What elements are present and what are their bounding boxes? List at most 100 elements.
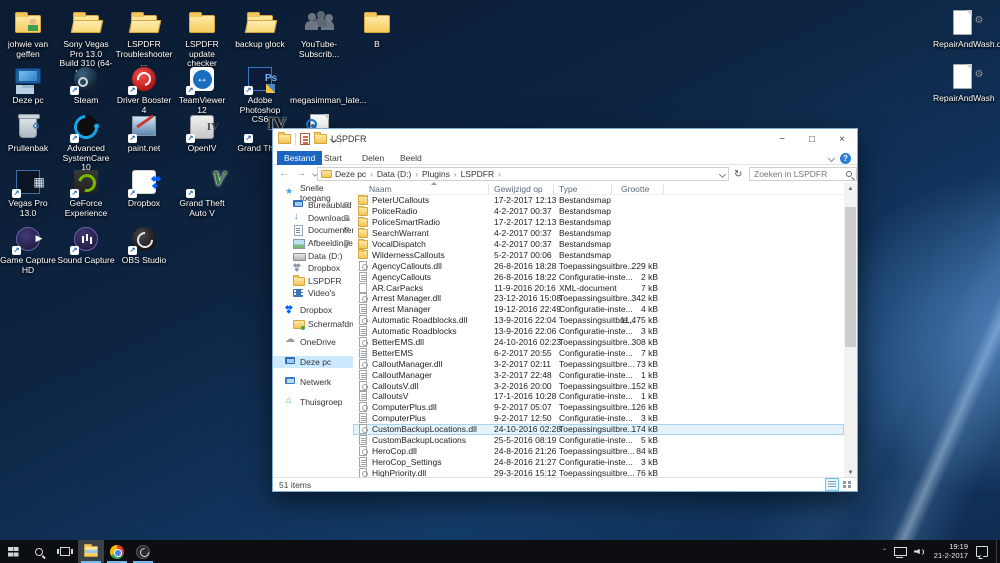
desktop-icon-youtube-subscrib[interactable]: YouTube-Subscrib... bbox=[290, 8, 348, 59]
file-row-peterucallouts[interactable]: PeterUCallouts17-2-2017 12:13Bestandsmap bbox=[353, 195, 844, 206]
sidebar-item-dropbox[interactable]: Dropbox bbox=[273, 304, 353, 316]
taskbar-chrome-button[interactable] bbox=[104, 540, 130, 563]
address-dropdown-chevron-icon[interactable] bbox=[719, 170, 726, 177]
desktop-icon-deze-pc[interactable]: Deze pc bbox=[0, 64, 57, 106]
file-row-automatic-roadblocks-dll[interactable]: Automatic Roadblocks.dll13-9-2016 22:04T… bbox=[353, 315, 844, 326]
sidebar-item-netwerk[interactable]: Netwerk bbox=[273, 376, 353, 388]
desktop-icon-b[interactable]: B bbox=[348, 8, 406, 50]
search-box[interactable]: Zoeken in LSPDFR bbox=[749, 167, 857, 181]
tab-bestand[interactable]: Bestand bbox=[277, 151, 322, 165]
desktop-icon-geforce-experience[interactable]: GeForce Experience bbox=[57, 167, 115, 218]
file-row-computerplus[interactable]: ComputerPlus9-2-2017 12:50Configuratie-i… bbox=[353, 413, 844, 424]
taskbar-file-explorer-button[interactable] bbox=[78, 540, 104, 563]
desktop-icon-vegas-pro-13-0[interactable]: Vegas Pro 13.0 bbox=[0, 167, 57, 218]
column-header-naam[interactable]: Naam bbox=[369, 184, 392, 194]
sidebar-item-deze-pc[interactable]: Deze pc bbox=[273, 356, 353, 368]
desktop-icon-lspdfr-update-checker[interactable]: LSPDFR update checker bbox=[173, 8, 231, 69]
file-row-ar-carpacks[interactable]: AR.CarPacks11-9-2016 20:16XML-document7 … bbox=[353, 282, 844, 293]
file-row-calloutsv-dll[interactable]: CalloutsV.dll3-2-2016 20:00Toepassingsui… bbox=[353, 380, 844, 391]
desktop-icon-lspdfr-troubleshooter[interactable]: LSPDFR Troubleshooter ... bbox=[115, 8, 173, 69]
taskbar-search-button[interactable] bbox=[26, 540, 52, 563]
file-row-betterems-dll[interactable]: BetterEMS.dll24-10-2016 02:23Toepassings… bbox=[353, 337, 844, 348]
thumbnails-view-button[interactable] bbox=[841, 479, 853, 490]
vertical-scrollbar[interactable]: ▲ ▼ bbox=[844, 183, 857, 479]
volume-icon[interactable] bbox=[914, 547, 926, 557]
desktop-icon-driver-booster-4[interactable]: Driver Booster 4 bbox=[115, 64, 173, 115]
desktop-icon-teamviewer-12[interactable]: TeamViewer 12 bbox=[173, 64, 231, 115]
minimize-button[interactable]: − bbox=[767, 129, 797, 151]
sidebar-item-afbeeldingen[interactable]: Afbeeldingen bbox=[273, 237, 353, 249]
file-row-calloutsv[interactable]: CalloutsV17-1-2016 10:28Configuratie-ins… bbox=[353, 391, 844, 402]
file-row-policesmartradio[interactable]: PoliceSmartRadio17-2-2017 12:13Bestandsm… bbox=[353, 217, 844, 228]
sidebar-item-bureaublad[interactable]: Bureaublad bbox=[273, 199, 353, 211]
details-view-button[interactable] bbox=[826, 479, 838, 490]
desktop-icon-backup-glock[interactable]: backup glock bbox=[231, 8, 289, 50]
desktop-icon-openiv[interactable]: OpenIV bbox=[173, 112, 231, 154]
desktop-icon-advanced-systemcare-10[interactable]: Advanced SystemCare 10 bbox=[57, 112, 115, 173]
breadcrumb-segment[interactable]: Deze pc bbox=[335, 169, 366, 179]
file-row-computerplus-dll[interactable]: ComputerPlus.dll9-2-2017 05:07Toepassing… bbox=[353, 402, 844, 413]
title-bar[interactable]: LSPDFR − □ × bbox=[273, 129, 857, 151]
sidebar-item-snelle-toegang[interactable]: Snelle toegang bbox=[273, 187, 353, 199]
file-row-policeradio[interactable]: PoliceRadio4-2-2017 00:37Bestandsmap bbox=[353, 206, 844, 217]
refresh-icon[interactable]: ↻ bbox=[734, 169, 742, 180]
sidebar-item-video-s[interactable]: Video's bbox=[273, 287, 353, 299]
sidebar-item-lspdfr[interactable]: LSPDFR bbox=[273, 275, 353, 287]
sidebar-item-onedrive[interactable]: OneDrive bbox=[273, 336, 353, 348]
file-row-herocop-settings[interactable]: HeroCop_Settings24-8-2016 21:27Configura… bbox=[353, 456, 844, 467]
properties-icon[interactable] bbox=[300, 133, 310, 145]
file-row-agencycallouts[interactable]: AgencyCallouts26-8-2016 18:22Configurati… bbox=[353, 271, 844, 282]
tray-overflow-chevron-icon[interactable]: ˆ bbox=[883, 548, 886, 557]
network-icon[interactable] bbox=[894, 547, 906, 556]
file-row-custombackuplocations[interactable]: CustomBackupLocations25-5-2016 08:19Conf… bbox=[353, 435, 844, 446]
file-row-automatic-roadblocks[interactable]: Automatic Roadblocks13-9-2016 22:06Confi… bbox=[353, 326, 844, 337]
sidebar-item-documenten[interactable]: Documenten bbox=[273, 224, 353, 236]
desktop-icon-obs-studio[interactable]: OBS Studio bbox=[115, 224, 173, 266]
action-center-icon[interactable] bbox=[976, 546, 988, 557]
start-button[interactable] bbox=[0, 540, 26, 563]
breadcrumb-segment[interactable]: Data (D:) bbox=[377, 169, 411, 179]
sidebar-item-data-d[interactable]: Data (D:) bbox=[273, 250, 353, 262]
file-row-custombackuplocations-dll[interactable]: CustomBackupLocations.dll24-10-2016 02:2… bbox=[353, 424, 844, 435]
taskbar-obs-button[interactable] bbox=[130, 540, 156, 563]
file-row-wildernesscallouts[interactable]: WildernessCallouts5-2-2017 00:06Bestands… bbox=[353, 249, 844, 260]
expand-ribbon-chevron-icon[interactable] bbox=[828, 155, 835, 162]
column-header-gewijzigd-op[interactable]: Gewijzigd op bbox=[494, 184, 543, 194]
desktop-icon-game-capture-hd[interactable]: Game Capture HD bbox=[0, 224, 57, 275]
file-row-agencycallouts-dll[interactable]: AgencyCallouts.dll26-8-2016 18:28Toepass… bbox=[353, 260, 844, 271]
file-row-arrest-manager[interactable]: Arrest Manager19-12-2016 22:49Configurat… bbox=[353, 304, 844, 315]
scroll-up-arrow-icon[interactable]: ▲ bbox=[844, 183, 857, 195]
breadcrumb-segment[interactable]: LSPDFR bbox=[461, 169, 495, 179]
desktop-icon-paint-net[interactable]: paint.net bbox=[115, 112, 173, 154]
task-view-button[interactable] bbox=[52, 540, 78, 563]
maximize-button[interactable]: □ bbox=[797, 129, 827, 151]
desktop-icon-prullenbak[interactable]: Prullenbak bbox=[0, 112, 57, 154]
desktop-icon-steam[interactable]: Steam bbox=[57, 64, 115, 106]
sidebar-item-thuisgroep[interactable]: Thuisgroep bbox=[273, 396, 353, 408]
file-row-calloutmanager-dll[interactable]: CalloutManager.dll3-2-2017 02:11Toepassi… bbox=[353, 358, 844, 369]
file-row-vocaldispatch[interactable]: VocalDispatch4-2-2017 00:37Bestandsmap bbox=[353, 239, 844, 250]
sidebar-item-downloads[interactable]: Downloads bbox=[273, 212, 353, 224]
close-button[interactable]: × bbox=[827, 129, 857, 151]
desktop-icon-megasimman-late[interactable]: megasimman_late... bbox=[290, 64, 348, 106]
file-row-herocop-dll[interactable]: HeroCop.dll24-8-2016 21:26Toepassingsuit… bbox=[353, 445, 844, 456]
tab-beeld[interactable]: Beeld bbox=[393, 151, 429, 165]
help-icon[interactable]: ? bbox=[840, 153, 851, 164]
address-bar[interactable]: Deze pc›Data (D:)›Plugins›LSPDFR› bbox=[317, 167, 729, 181]
file-row-searchwarrant[interactable]: SearchWarrant4-2-2017 00:37Bestandsmap bbox=[353, 228, 844, 239]
scrollbar-thumb[interactable] bbox=[845, 207, 856, 347]
new-folder-icon[interactable] bbox=[314, 134, 327, 144]
tab-delen[interactable]: Delen bbox=[355, 151, 391, 165]
file-row-calloutmanager[interactable]: CalloutManager3-2-2017 22:48Configuratie… bbox=[353, 369, 844, 380]
column-header-type[interactable]: Type bbox=[559, 184, 577, 194]
desktop-icon-repairandwash[interactable]: ⚙RepairAndWash bbox=[933, 62, 991, 104]
desktop-icon-dropbox[interactable]: Dropbox bbox=[115, 167, 173, 209]
clock[interactable]: 19:19 21-2-2017 bbox=[934, 543, 968, 560]
column-header-grootte[interactable]: Grootte bbox=[621, 184, 649, 194]
sidebar-item-schermafdrukken[interactable]: Schermafdrukken bbox=[273, 318, 353, 330]
file-row-arrest-manager-dll[interactable]: Arrest Manager.dll23-12-2016 15:08Toepas… bbox=[353, 293, 844, 304]
tab-start[interactable]: Start bbox=[317, 151, 349, 165]
desktop-icon-johwie-van-geffen[interactable]: johwie van geffen bbox=[0, 8, 57, 59]
sidebar-item-dropbox[interactable]: Dropbox bbox=[273, 262, 353, 274]
desktop-icon-grand-theft-auto-v[interactable]: VGrand Theft Auto V bbox=[173, 167, 231, 218]
